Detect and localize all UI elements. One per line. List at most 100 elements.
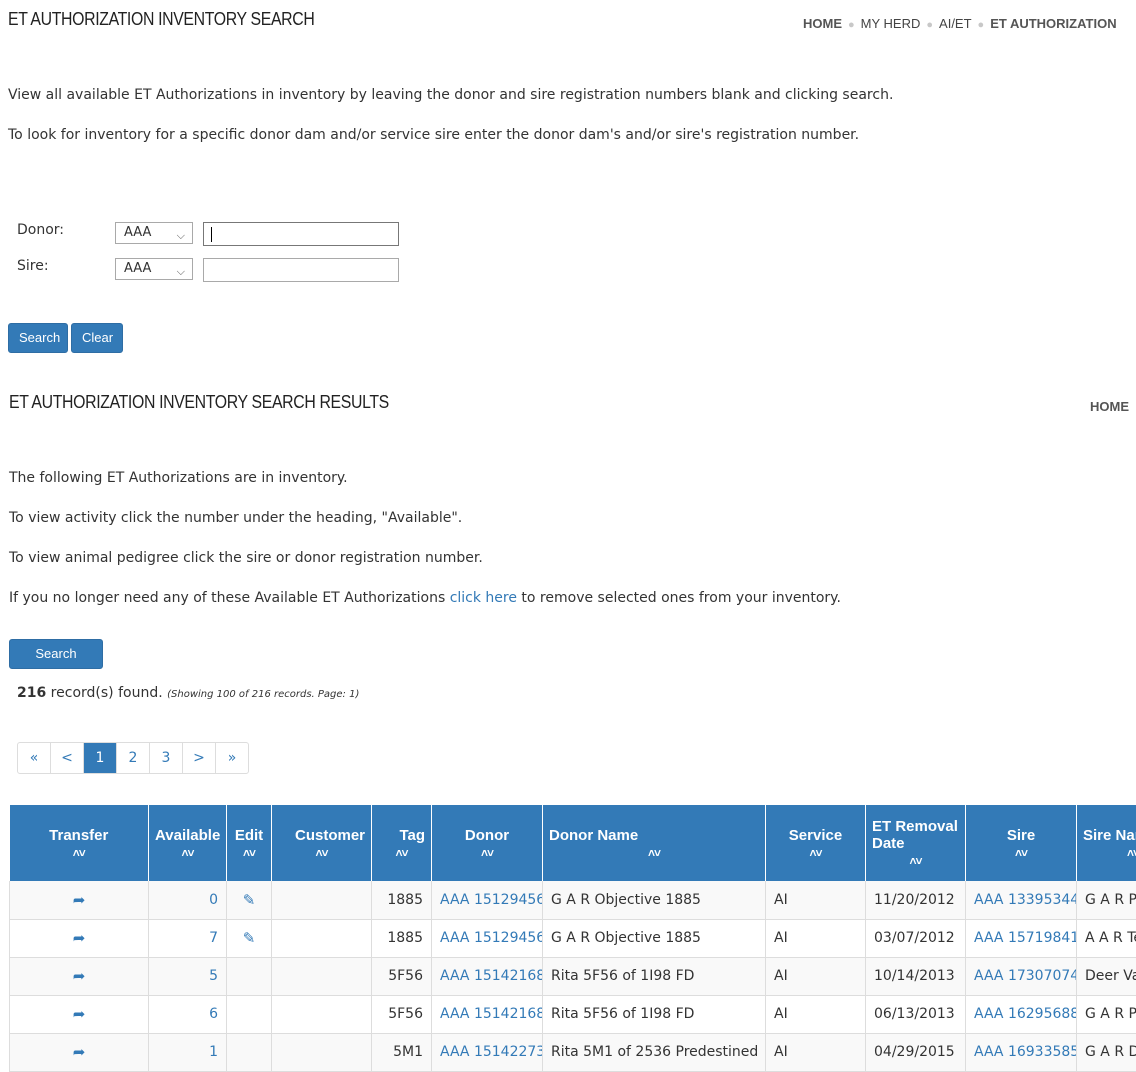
sire-name-cell: A A R Te — [1077, 919, 1136, 957]
table-header-row: Transfer˄˅ Available˄˅ Edit˄˅ Customer˄˅… — [10, 805, 1136, 881]
sort-icon[interactable]: ˄˅ — [549, 846, 759, 860]
sort-icon[interactable]: ˄˅ — [16, 846, 143, 860]
tag-cell: 5M1 — [372, 1033, 432, 1071]
col-service[interactable]: Service˄˅ — [766, 805, 866, 881]
remove-click-here-link[interactable]: click here — [450, 590, 517, 606]
page-link[interactable]: « — [18, 743, 50, 773]
service-cell: AI — [766, 957, 866, 995]
breadcrumb-home[interactable]: HOME — [803, 16, 842, 31]
col-donor[interactable]: Donor˄˅ — [432, 805, 543, 881]
sort-icon[interactable]: ˄˅ — [278, 846, 365, 860]
et-removal-date-cell: 10/14/2013 — [866, 957, 966, 995]
sire-registration-input[interactable] — [203, 258, 399, 282]
page-link[interactable]: » — [215, 743, 248, 773]
service-cell: AI — [766, 919, 866, 957]
transfer-arrow-icon[interactable]: ➦ — [73, 1005, 86, 1023]
customer-cell — [272, 919, 372, 957]
col-donor-name[interactable]: Donor Name˄˅ — [543, 805, 766, 881]
donor-link[interactable]: AAA 15129456 — [440, 930, 543, 946]
customer-cell — [272, 881, 372, 919]
page-link[interactable]: 1 — [83, 743, 116, 773]
page-link[interactable]: < — [50, 743, 83, 773]
sort-icon[interactable]: ˄˅ — [233, 846, 265, 860]
results-text-4: If you no longer need any of these Avail… — [9, 590, 841, 606]
record-count-label: record(s) found. — [46, 685, 167, 701]
sire-link[interactable]: AAA 17307074 — [974, 968, 1077, 984]
available-count-link[interactable]: 6 — [209, 1006, 218, 1022]
sire-link[interactable]: AAA 13395344 — [974, 892, 1077, 908]
sire-label: Sire: — [17, 258, 49, 274]
search-button[interactable]: Search — [8, 323, 68, 353]
clear-button[interactable]: Clear — [71, 323, 123, 353]
table-row: ➦15M1AAA 15142273Rita 5M1 of 2536 Predes… — [10, 1033, 1136, 1071]
et-removal-date-cell: 04/29/2015 — [866, 1033, 966, 1071]
results-table: Transfer˄˅ Available˄˅ Edit˄˅ Customer˄˅… — [9, 805, 1136, 1072]
sort-icon[interactable]: ˄˅ — [1083, 846, 1136, 860]
breadcrumb: HOME●MY HERD●AI/ET●ET AUTHORIZATION — [803, 16, 1117, 31]
col-edit[interactable]: Edit˄˅ — [227, 805, 272, 881]
sire-prefix-select[interactable]: AAA ⌵ — [115, 258, 193, 280]
col-available[interactable]: Available˄˅ — [149, 805, 227, 881]
results-text-1: The following ET Authorizations are in i… — [9, 470, 348, 486]
sire-link[interactable]: AAA 16295688 — [974, 1006, 1077, 1022]
results-breadcrumb-home[interactable]: HOME — [1090, 399, 1129, 414]
showing-note: (Showing 100 of 216 records. Page: 1) — [167, 689, 359, 700]
sort-icon[interactable]: ˄˅ — [872, 854, 959, 868]
donor-link[interactable]: AAA 15129456 — [440, 892, 543, 908]
col-transfer[interactable]: Transfer˄˅ — [10, 805, 149, 881]
table-row: ➦7✎1885AAA 15129456G A R Objective 1885A… — [10, 919, 1136, 957]
et-removal-date-cell: 06/13/2013 — [866, 995, 966, 1033]
chevron-down-icon: ⌵ — [177, 226, 185, 246]
col-et-removal-date[interactable]: ET Removal Date˄˅ — [866, 805, 966, 881]
edit-icon[interactable]: ✎ — [243, 929, 256, 947]
sort-icon[interactable]: ˄˅ — [155, 846, 220, 860]
customer-cell — [272, 995, 372, 1033]
col-sire-name[interactable]: Sire Name˄˅ — [1077, 805, 1136, 881]
donor-link[interactable]: AAA 15142168 — [440, 968, 543, 984]
search-again-button[interactable]: Search Again — [9, 639, 103, 669]
available-count-link[interactable]: 5 — [209, 968, 218, 984]
transfer-arrow-icon[interactable]: ➦ — [73, 891, 86, 909]
results-breadcrumb: HOME — [1090, 399, 1129, 414]
transfer-arrow-icon[interactable]: ➦ — [73, 1043, 86, 1061]
sort-icon[interactable]: ˄˅ — [378, 846, 425, 860]
donor-prefix-select[interactable]: AAA ⌵ — [115, 222, 193, 244]
transfer-arrow-icon[interactable]: ➦ — [73, 929, 86, 947]
sort-icon[interactable]: ˄˅ — [438, 846, 536, 860]
page-title: ET AUTHORIZATION INVENTORY SEARCH — [8, 9, 314, 30]
results-table-wrap: Transfer˄˅ Available˄˅ Edit˄˅ Customer˄˅… — [9, 805, 1136, 1072]
sire-link[interactable]: AAA 16933585 — [974, 1044, 1077, 1060]
sire-name-cell: G A R Pr — [1077, 995, 1136, 1033]
sort-icon[interactable]: ˄˅ — [972, 846, 1070, 860]
sire-link[interactable]: AAA 15719841 — [974, 930, 1077, 946]
sire-name-cell: Deer Va — [1077, 957, 1136, 995]
donor-link[interactable]: AAA 15142168 — [440, 1006, 543, 1022]
results-text-3: To view animal pedigree click the sire o… — [9, 550, 483, 566]
breadcrumb-my-herd[interactable]: MY HERD — [861, 16, 921, 31]
col-sire[interactable]: Sire˄˅ — [966, 805, 1077, 881]
donor-registration-input[interactable] — [203, 222, 399, 246]
available-count-link[interactable]: 0 — [209, 892, 218, 908]
table-row: ➦65F56AAA 15142168Rita 5F56 of 1I98 FDAI… — [10, 995, 1136, 1033]
tag-cell: 5F56 — [372, 995, 432, 1033]
results-text-4-post: to remove selected ones from your invent… — [517, 590, 841, 606]
service-cell: AI — [766, 1033, 866, 1071]
edit-icon[interactable]: ✎ — [243, 891, 256, 909]
page-link[interactable]: 2 — [116, 743, 149, 773]
page-link[interactable]: > — [182, 743, 215, 773]
breadcrumb-ai-et[interactable]: AI/ET — [939, 16, 972, 31]
text-cursor — [211, 227, 212, 242]
et-removal-date-cell: 11/20/2012 — [866, 881, 966, 919]
col-customer[interactable]: Customer˄˅ — [272, 805, 372, 881]
donor-name-cell: Rita 5F56 of 1I98 FD — [543, 957, 766, 995]
transfer-arrow-icon[interactable]: ➦ — [73, 967, 86, 985]
results-text-4-pre: If you no longer need any of these Avail… — [9, 590, 450, 606]
sort-icon[interactable]: ˄˅ — [772, 846, 859, 860]
pagination: «<123>» — [17, 742, 249, 774]
col-tag[interactable]: Tag˄˅ — [372, 805, 432, 881]
donor-link[interactable]: AAA 15142273 — [440, 1044, 543, 1060]
page-link[interactable]: 3 — [149, 743, 182, 773]
customer-cell — [272, 1033, 372, 1071]
available-count-link[interactable]: 7 — [209, 930, 218, 946]
available-count-link[interactable]: 1 — [209, 1044, 218, 1060]
